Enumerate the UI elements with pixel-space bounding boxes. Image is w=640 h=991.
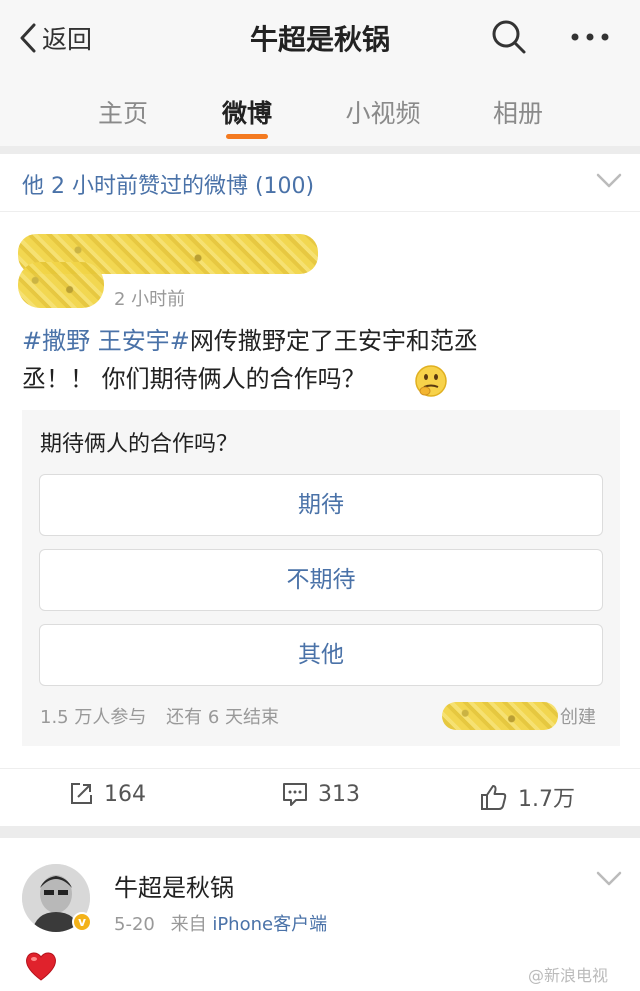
divider — [0, 146, 640, 154]
back-label: 返回 — [42, 25, 93, 54]
chevron-down-icon[interactable] — [596, 870, 622, 888]
comment-count: 313 — [318, 781, 360, 807]
poll-creator-label: 创建 — [560, 707, 596, 728]
post-text-line1: 网传撒野定了王安宇和范丞 — [189, 327, 478, 355]
username[interactable]: 牛超是秋锅 — [114, 868, 234, 903]
post-text: #撒野 王安宇#网传撒野定了王安宇和范丞 丞！！ 你们期待俩人的合作吗？ — [22, 322, 542, 398]
topic-link[interactable]: #撒野 王安宇# — [22, 327, 190, 355]
comment-button[interactable]: 313 — [282, 781, 360, 807]
thumbs-up-icon — [481, 785, 507, 810]
redacted-creator — [442, 702, 558, 730]
tab-album[interactable]: 相册 — [468, 94, 568, 130]
more-dots-icon — [571, 33, 609, 41]
post-meta: 5-20 来自 iPhone客户端 — [114, 910, 327, 936]
verified-badge: v — [72, 912, 92, 932]
tab-short-video[interactable]: 小视频 — [333, 94, 433, 130]
like-count: 1.7万 — [518, 787, 575, 812]
top-bar: 返回 牛超是秋锅 — [0, 0, 640, 74]
page-title: 牛超是秋锅 — [249, 23, 390, 56]
poll-card: 期待俩人的合作吗？ 期待 不期待 其他 1.5 万人参与 还有 6 天结束 创建 — [22, 410, 620, 746]
poll-participants: 1.5 万人参与 — [40, 707, 147, 728]
comment-icon — [283, 783, 307, 806]
thinking-emoji-icon — [415, 365, 447, 397]
poll-option-2[interactable]: 不期待 — [39, 549, 603, 611]
tab-weibo[interactable]: 微博 — [197, 94, 297, 130]
liked-posts-bar[interactable]: 他 2 小时前赞过的微博 (100) — [0, 154, 640, 212]
chevron-left-icon — [20, 23, 36, 53]
poll-option-3[interactable]: 其他 — [39, 624, 603, 686]
poll-question: 期待俩人的合作吗？ — [40, 432, 239, 457]
post-text-line2: 丞！！ 你们期待俩人的合作吗？ — [22, 365, 366, 393]
watermark: @新浪电视 — [528, 962, 608, 986]
more-button[interactable] — [566, 22, 614, 52]
like-button[interactable]: 1.7万 — [480, 781, 575, 813]
poll-option-1[interactable]: 期待 — [39, 474, 603, 536]
chevron-down-icon[interactable] — [596, 172, 622, 190]
poll-meta: 1.5 万人参与 还有 6 天结束 — [40, 703, 279, 729]
search-icon — [492, 20, 526, 54]
post-action-bar: 164 313 1.7万 — [0, 768, 640, 826]
repost-icon — [71, 783, 92, 804]
repost-button[interactable]: 164 — [68, 781, 146, 807]
liked-posts-label: 他 2 小时前赞过的微博 (100) — [22, 174, 315, 199]
back-button[interactable]: 返回 — [18, 20, 92, 56]
repost-count: 164 — [104, 781, 146, 807]
source-prefix: 来自 — [170, 914, 207, 935]
profile-tabs: 主页 微博 小视频 相册 — [0, 74, 640, 146]
redacted-avatar — [18, 262, 104, 308]
poll-remaining: 还有 6 天结束 — [166, 707, 279, 728]
heart-icon — [26, 952, 56, 981]
tab-home[interactable]: 主页 — [73, 94, 173, 130]
post-time: 2 小时前 — [114, 289, 186, 310]
post-date: 5-20 — [114, 914, 155, 935]
watermark-text: @新浪电视 — [528, 966, 609, 985]
search-button[interactable] — [490, 18, 528, 56]
divider — [0, 826, 640, 838]
post-source[interactable]: iPhone客户端 — [212, 914, 327, 935]
active-tab-indicator — [226, 134, 268, 139]
